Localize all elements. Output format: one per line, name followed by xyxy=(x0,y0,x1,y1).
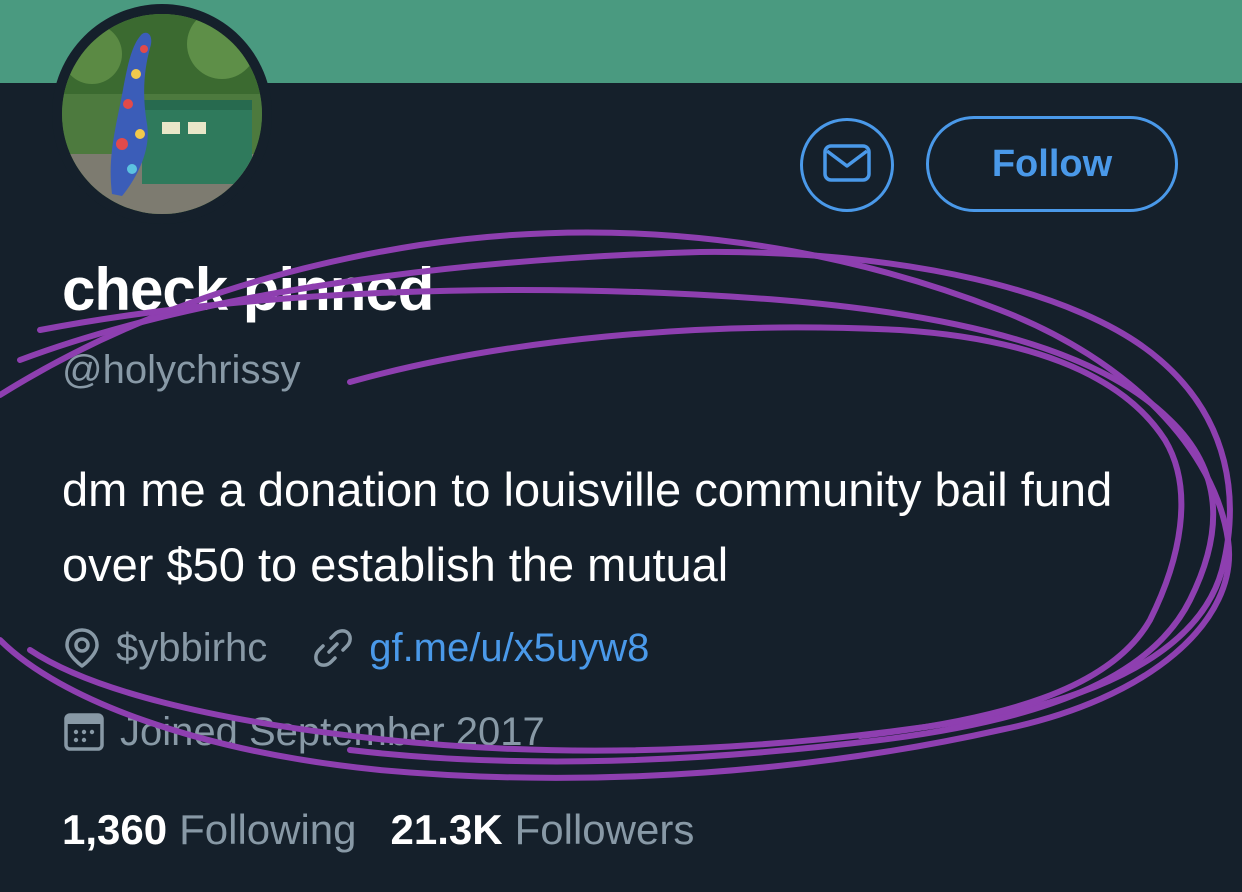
profile-meta-row: $ybbirhc gf.me/u/x5uyw8 xyxy=(62,616,649,680)
following-label: Following xyxy=(179,806,357,853)
followers-stat[interactable]: 21.3K Followers xyxy=(391,806,695,854)
profile-joined-row: Joined September 2017 xyxy=(62,700,545,764)
followers-label: Followers xyxy=(514,806,695,853)
avatar-image xyxy=(62,14,262,214)
followers-count: 21.3K xyxy=(390,806,503,853)
profile-avatar[interactable] xyxy=(52,4,272,224)
profile-location: $ybbirhc xyxy=(116,625,268,670)
follow-button[interactable]: Follow xyxy=(926,116,1178,212)
envelope-icon xyxy=(822,143,872,188)
message-button[interactable] xyxy=(800,118,894,212)
calendar-icon xyxy=(62,710,106,754)
profile-stats: 1,360 Following 21.3K Followers xyxy=(62,800,694,860)
profile-joined-date: Joined September 2017 xyxy=(120,709,545,754)
display-name: check pinned xyxy=(62,256,434,323)
user-handle: @holychrissy xyxy=(62,348,301,392)
profile-bio: dm me a donation to louisville community… xyxy=(62,463,1113,591)
location-pin-icon xyxy=(62,626,102,670)
profile-website-link[interactable]: gf.me/u/x5uyw8 xyxy=(369,626,649,671)
following-count: 1,360 xyxy=(62,806,168,853)
following-stat[interactable]: 1,360 Following xyxy=(62,806,357,854)
link-icon xyxy=(311,626,355,670)
